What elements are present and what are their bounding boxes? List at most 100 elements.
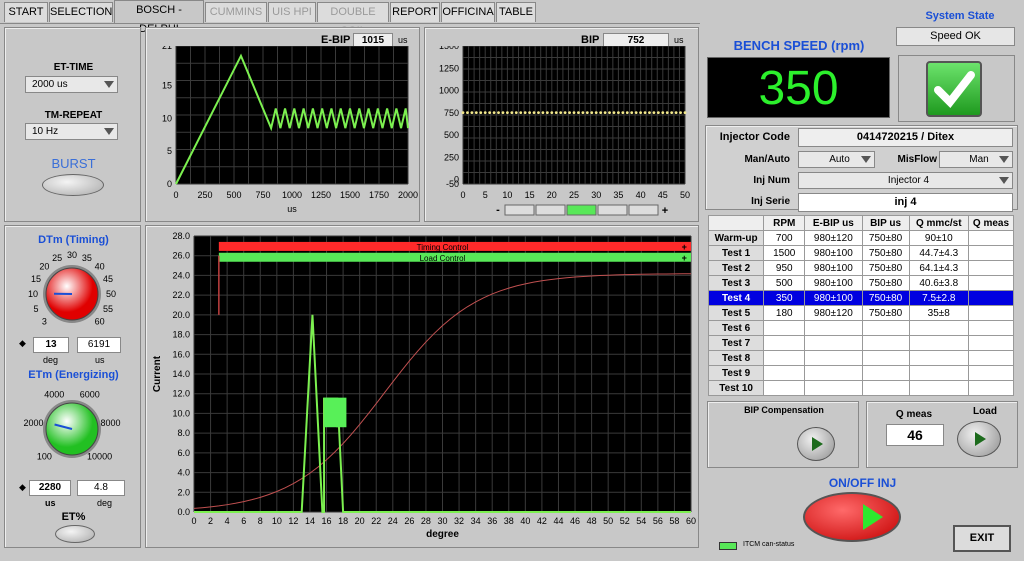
main-y-label: Current <box>152 355 163 392</box>
ebip-x-tick: 1750 <box>369 190 389 200</box>
bip-point <box>648 111 651 114</box>
onoff-inj-button[interactable] <box>803 492 901 542</box>
bip-x-tick: 50 <box>680 190 690 200</box>
et-percent-button[interactable] <box>55 525 95 543</box>
main-y-tick: 16.0 <box>172 349 190 359</box>
row-label: Test 6 <box>707 320 765 336</box>
misflow-label: MisFlow <box>897 154 937 165</box>
table-row[interactable]: Test 8 <box>707 350 1015 366</box>
tab-officina[interactable]: OFFICINA <box>441 2 495 22</box>
row-label: Test 10 <box>707 380 765 396</box>
main-x-tick: 50 <box>603 516 613 526</box>
etm-value[interactable]: 2280 <box>29 480 71 496</box>
bip-x-tick: 10 <box>502 190 512 200</box>
table-row[interactable]: Test 10 <box>707 380 1015 396</box>
bip-point <box>603 111 607 114</box>
table-cell <box>967 380 1015 396</box>
table-header <box>707 215 765 231</box>
table-cell: 500 <box>763 275 806 291</box>
bip-compensation-button[interactable] <box>797 427 835 461</box>
man-auto-select[interactable]: Auto <box>798 151 875 168</box>
table-row[interactable]: Test 3 500 980±100 750±80 40.6±3.8 <box>707 275 1015 291</box>
injector-code-label: Injector Code <box>719 131 790 143</box>
table-cell: 1500 <box>763 245 806 261</box>
ebip-x-tick: 1000 <box>282 190 302 200</box>
tab-cummins[interactable]: CUMMINS <box>205 2 267 22</box>
tm-repeat-select[interactable]: 10 Hz <box>25 123 118 140</box>
bip-point <box>554 111 558 114</box>
main-x-tick: 0 <box>191 516 196 526</box>
etm-knob[interactable]: 100 2000 4000 6000 8000 10000 <box>5 381 142 473</box>
dtm-tick-label: 40 <box>95 261 105 271</box>
tab-selection[interactable]: SELECTION <box>49 2 113 22</box>
dtm-tick-label: 55 <box>103 304 113 314</box>
table-cell: 980±100 <box>804 275 863 291</box>
dtm-value[interactable]: 13 <box>33 337 69 353</box>
dtm-knob[interactable]: 3510152025 30 354045505560 <box>5 246 142 336</box>
table-cell <box>967 275 1015 291</box>
main-x-tick: 16 <box>322 516 332 526</box>
table-cell <box>967 290 1015 306</box>
main-x-tick: 58 <box>669 516 679 526</box>
table-row[interactable]: Test 6 <box>707 320 1015 336</box>
spinner-icon[interactable]: ◆ <box>19 482 26 493</box>
main-y-tick: 18.0 <box>172 330 190 340</box>
table-cell <box>967 245 1015 261</box>
bip-point <box>572 111 576 114</box>
spinner-icon[interactable]: ◆ <box>19 338 26 349</box>
main-y-tick: 28.0 <box>172 231 190 241</box>
burst-button[interactable] <box>42 174 104 196</box>
burst-label: BURST <box>51 156 96 171</box>
misflow-select[interactable]: Man <box>939 151 1013 168</box>
table-cell: 980±100 <box>804 260 863 276</box>
row-label: Warm-up <box>707 230 765 246</box>
table-row[interactable]: Test 5 180 980±120 750±80 35±8 <box>707 305 1015 321</box>
bip-y-tick: 1500 <box>439 46 459 51</box>
tab-report[interactable]: REPORT <box>390 2 440 22</box>
table-cell: 750±80 <box>861 275 910 291</box>
main-y-tick: 6.0 <box>177 448 190 458</box>
bip-point <box>483 111 487 114</box>
table-row[interactable]: Test 1 1500 980±100 750±80 44.7±4.3 <box>707 245 1015 261</box>
bip-unit: us <box>674 35 684 45</box>
et-time-select[interactable]: 2000 us <box>25 76 118 93</box>
tab-start[interactable]: START <box>4 2 48 22</box>
bip-point <box>585 111 589 114</box>
load-button[interactable] <box>957 421 1001 457</box>
main-x-tick: 26 <box>404 516 414 526</box>
etm-deg-unit: deg <box>97 498 113 508</box>
table-row[interactable]: Test 2 950 980±100 750±80 64.1±4.3 <box>707 260 1015 276</box>
table-cell <box>763 365 806 381</box>
bip-x-tick: 0 <box>460 190 465 200</box>
dtm-tick-label: 50 <box>106 289 116 299</box>
et-time-label: ET-TIME <box>53 62 94 73</box>
table-row[interactable]: Test 7 <box>707 335 1015 351</box>
bip-point <box>563 111 567 114</box>
table-row[interactable]: Test 4 350 980±100 750±80 7.5±2.8 <box>707 290 1015 306</box>
table-cell: 750±80 <box>861 245 910 261</box>
main-x-tick: 48 <box>587 516 597 526</box>
bip-x-tick: 25 <box>569 190 579 200</box>
tab-bosch-delphi[interactable]: BOSCH - DELPHI <box>114 0 204 35</box>
table-row[interactable]: Test 9 <box>707 365 1015 381</box>
table-row[interactable]: Warm-up 700 980±120 750±80 90±10 <box>707 230 1015 246</box>
bip-point <box>634 111 638 114</box>
table-header: BIP us <box>861 215 910 231</box>
bench-speed-label: BENCH SPEED (rpm) <box>733 38 865 53</box>
bip-y-tick: 250 <box>444 152 459 162</box>
table-cell <box>763 350 806 366</box>
exit-button[interactable]: EXIT <box>953 525 1011 552</box>
inj-num-select[interactable]: Injector 4 <box>798 172 1013 189</box>
bip-compensation-label: BIP Compensation <box>744 405 824 415</box>
tab-table[interactable]: TABLE <box>496 2 536 22</box>
tab-double-coil[interactable]: DOUBLE COIL <box>317 2 389 37</box>
bip-y-tick: 500 <box>444 130 459 140</box>
ebip-chart: 0 250 500 750 1000 1250 1500 1750 2000 21 15 10 5 0 us <box>162 46 418 214</box>
bip-segment <box>535 204 566 216</box>
table-cell <box>967 260 1015 276</box>
bip-point <box>656 111 660 114</box>
table-cell <box>908 335 969 351</box>
tab-uis-hpi[interactable]: UIS HPI <box>268 2 316 22</box>
table-cell <box>967 350 1015 366</box>
table-cell <box>763 335 806 351</box>
